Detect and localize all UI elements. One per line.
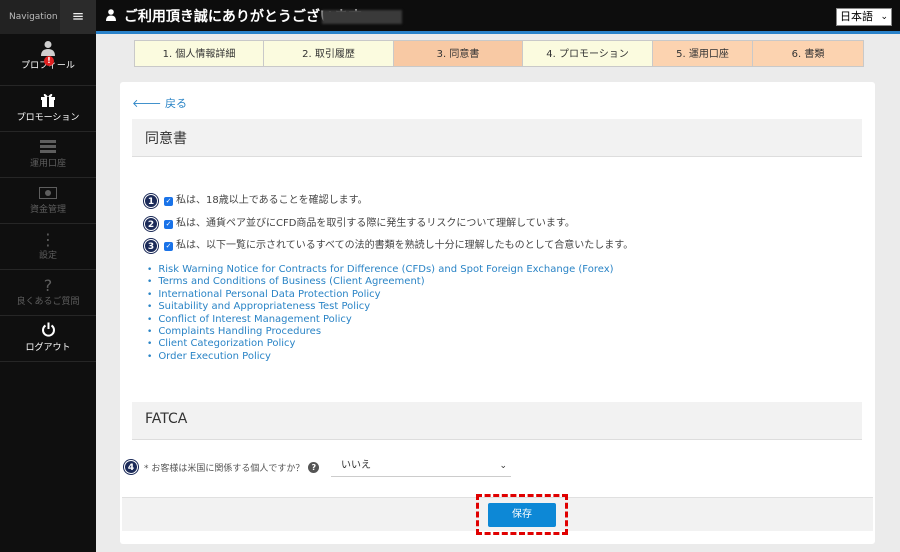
user-icon-svg: [106, 9, 116, 21]
consent-section-header: 同意書: [132, 119, 862, 157]
document-link-complaints[interactable]: Complaints Handling Procedures: [147, 326, 614, 338]
consent-text: 私は、18歳以上であることを確認します。: [176, 195, 368, 206]
money-icon: [0, 184, 96, 204]
sidebar-item-label: プロモーション: [16, 113, 80, 123]
user-icon-svg: [41, 41, 55, 56]
fatca-question-row: 4 * お客様は米国に関係する個人ですか？ ?: [124, 460, 320, 474]
accounts-icon: [0, 138, 96, 158]
consent-panel: 🡐 戻る 同意書 1 ✓ 私は、18歳以上であることを確認します。 2 ✓ 私は…: [120, 82, 875, 544]
fatca-select[interactable]: いいえ ⌄: [331, 455, 511, 477]
consent-text: 私は、通貨ペア並びにCFD商品を取引する際に発生するリスクについて理解しています…: [176, 218, 575, 229]
consent-item-age: 1 ✓ 私は、18歳以上であることを確認します。: [144, 194, 368, 208]
tab-trading-history[interactable]: 2. 取引履歴: [263, 40, 393, 67]
legal-document-list: Risk Warning Notice for Contracts for Di…: [147, 264, 614, 363]
document-link-suitability[interactable]: Suitability and Appropriateness Test Pol…: [147, 301, 614, 313]
power-icon-svg: [41, 322, 55, 337]
fatca-title: FATCA: [145, 411, 188, 427]
sidebar-header: Navigation ≡: [0, 0, 96, 34]
help-icon[interactable]: ?: [308, 461, 320, 473]
sidebar-item-accounts[interactable]: 運用口座: [0, 132, 96, 178]
money-icon-svg: [39, 187, 57, 199]
document-link-order-execution[interactable]: Order Execution Policy: [147, 351, 614, 363]
back-link[interactable]: 🡐 戻る: [132, 95, 187, 111]
sidebar-item-label: ログアウト: [25, 343, 71, 353]
gift-icon: [0, 92, 96, 112]
consent-text: 私は、以下一覧に示されているすべての法的書類を熟読し十分に理解したものとして合意…: [176, 240, 634, 251]
document-link-data-protection[interactable]: International Personal Data Protection P…: [147, 289, 614, 301]
fatca-section-header: FATCA: [132, 402, 862, 440]
accounts-icon-svg: [40, 140, 56, 153]
sidebar: Navigation ≡ ! プロフィール プロモーション 運用口座 資金管理 …: [0, 0, 96, 552]
gift-icon-svg: [41, 93, 55, 107]
legal-docs-checkbox[interactable]: ✓: [164, 241, 173, 251]
power-icon: [0, 322, 96, 342]
top-bar: ご利用頂き誠にありがとうございます 日本語 ⌄: [96, 0, 900, 34]
sidebar-item-label: 設定: [38, 251, 57, 261]
masked-user-name: [322, 10, 402, 24]
document-link-conflict-of-interest[interactable]: Conflict of Interest Management Policy: [147, 314, 614, 326]
age-checkbox[interactable]: ✓: [164, 196, 173, 206]
tab-documents[interactable]: 6. 書類: [752, 40, 864, 67]
consent-item-legal: 3 ✓ 私は、以下一覧に示されているすべての法的書類を熟読し十分に理解したものと…: [144, 239, 633, 253]
step-number-badge: 3: [144, 239, 158, 253]
settings-icon: ⋮: [40, 230, 56, 249]
sidebar-item-funds[interactable]: 資金管理: [0, 178, 96, 224]
sidebar-item-label: 良くあるご質問: [16, 297, 80, 307]
user-icon: [106, 9, 121, 25]
alert-badge: !: [44, 56, 54, 66]
tab-promotion[interactable]: 4. プロモーション: [522, 40, 652, 67]
tab-personal-details[interactable]: 1. 個人情報詳細: [134, 40, 263, 67]
save-button[interactable]: 保存: [488, 503, 556, 527]
consent-item-risk: 2 ✓ 私は、通貨ペア並びにCFD商品を取引する際に発生するリスクについて理解し…: [144, 217, 575, 231]
step-number-badge: 1: [144, 194, 158, 208]
language-select[interactable]: 日本語 ⌄: [836, 8, 892, 26]
sidebar-item-logout[interactable]: ログアウト: [0, 316, 96, 362]
consent-title: 同意書: [145, 131, 187, 147]
menu-toggle-button[interactable]: ≡: [60, 0, 96, 34]
sidebar-item-faq[interactable]: ? 良くあるご質問: [0, 270, 96, 316]
language-value: 日本語: [840, 10, 873, 23]
sidebar-item-promotion[interactable]: プロモーション: [0, 86, 96, 132]
tab-trading-account[interactable]: 5. 運用口座: [652, 40, 752, 67]
sidebar-item-label: 資金管理: [29, 205, 66, 215]
sidebar-item-settings[interactable]: ⋮ 設定: [0, 224, 96, 270]
document-link-risk-warning[interactable]: Risk Warning Notice for Contracts for Di…: [147, 264, 613, 276]
navigation-label: Navigation: [0, 0, 60, 34]
fatca-selected-value: いいえ: [341, 460, 371, 471]
sidebar-item-label: 運用口座: [29, 159, 66, 169]
step-tabs: 1. 個人情報詳細 2. 取引履歴 3. 同意書 4. プロモーション 5. 運…: [134, 40, 864, 67]
question-icon: ?: [43, 276, 53, 295]
document-link-client-categorization[interactable]: Client Categorization Policy: [147, 338, 614, 350]
tab-consent[interactable]: 3. 同意書: [393, 40, 522, 67]
risk-checkbox[interactable]: ✓: [164, 219, 173, 229]
document-link-terms[interactable]: Terms and Conditions of Business (Client…: [147, 276, 614, 288]
chevron-down-icon: ⌄: [499, 461, 507, 471]
sidebar-item-profile[interactable]: ! プロフィール: [0, 34, 96, 86]
chevron-down-icon: ⌄: [880, 12, 888, 22]
step-number-badge: 2: [144, 217, 158, 231]
step-number-badge: 4: [124, 460, 138, 474]
fatca-question-label: * お客様は米国に関係する個人ですか？: [144, 463, 305, 474]
